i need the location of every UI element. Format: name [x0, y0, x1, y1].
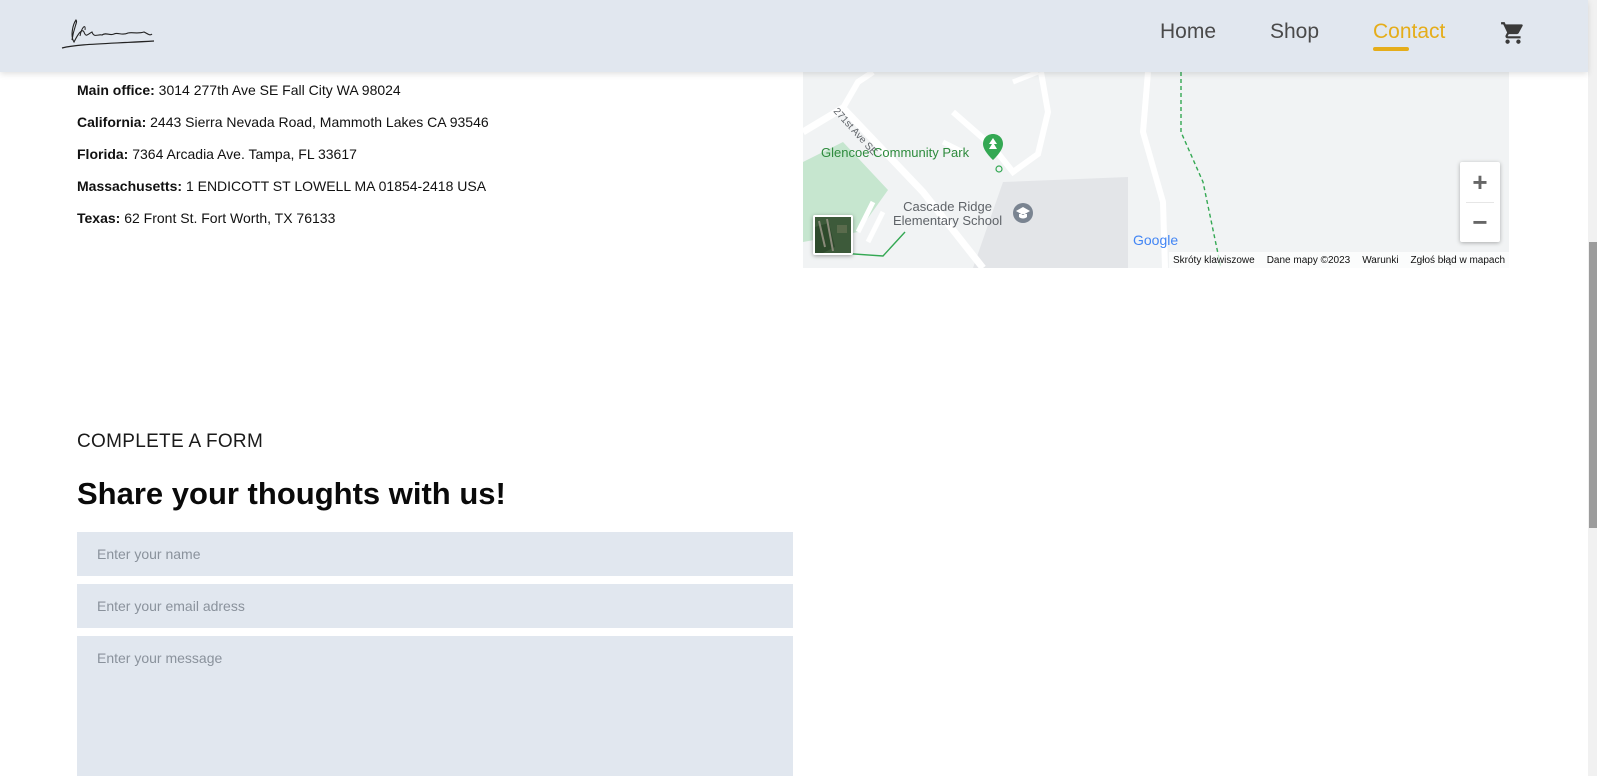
map-zoom-control: + −: [1460, 162, 1500, 242]
signature-logo[interactable]: [58, 14, 158, 56]
google-logo: Google: [1133, 232, 1178, 248]
school-label-line2: Elementary School: [893, 213, 1003, 228]
google-logo-text: Google: [1133, 232, 1179, 248]
scrollbar-thumb[interactable]: [1589, 242, 1597, 528]
park-label: Glencoe Community Park: [821, 145, 970, 160]
school-pin-icon: [1013, 203, 1033, 223]
address-florida: Florida: 7364 Arcadia Ave. Tampa, FL 336…: [77, 144, 489, 176]
address-massachusetts: Massachusetts: 1 ENDICOTT ST LOWELL MA 0…: [77, 176, 489, 208]
address-label: Florida:: [77, 146, 129, 162]
address-label: Massachusetts:: [77, 178, 183, 194]
contact-page: Home Shop Contact Main office: 3014 277t…: [0, 0, 1597, 776]
address-text: 1 ENDICOTT ST LOWELL MA 01854-2418 USA: [185, 178, 487, 194]
office-addresses: Main office: 3014 277th Ave SE Fall City…: [77, 80, 489, 240]
zoom-in-button[interactable]: +: [1460, 162, 1500, 202]
map-data-text: Dane mapy ©2023: [1266, 254, 1351, 266]
nav-shop[interactable]: Shop: [1270, 20, 1319, 44]
terms-link[interactable]: Warunki: [1362, 255, 1398, 266]
name-input[interactable]: [77, 532, 793, 576]
active-nav-indicator: [1373, 47, 1409, 51]
satellite-thumbnail-icon: [815, 217, 851, 253]
map-attribution: Skróty klawiszowe Dane mapy ©2023 Warunk…: [1169, 252, 1509, 268]
form-title: Share your thoughts with us!: [77, 476, 506, 511]
address-text: 7364 Arcadia Ave. Tampa, FL 33617: [132, 146, 357, 162]
site-header: Home Shop Contact: [0, 0, 1588, 72]
message-textarea[interactable]: [77, 636, 793, 776]
school-label: Cascade Ridge Elementary School: [893, 200, 1002, 228]
zoom-out-button[interactable]: −: [1460, 202, 1500, 242]
address-label: California:: [77, 114, 147, 130]
address-main-office: Main office: 3014 277th Ave SE Fall City…: [77, 80, 489, 112]
address-text: 62 Front St. Fort Worth, TX 76133: [124, 210, 336, 226]
school-label-line1: Cascade Ridge: [903, 199, 992, 214]
report-error-link[interactable]: Zgłoś błąd w mapach: [1411, 255, 1506, 266]
address-label: Texas:: [77, 210, 121, 226]
form-eyebrow: COMPLETE A FORM: [77, 431, 264, 452]
nav-home[interactable]: Home: [1160, 20, 1216, 44]
shopping-cart-icon[interactable]: [1500, 20, 1526, 46]
address-text: 3014 277th Ave SE Fall City WA 98024: [158, 82, 401, 98]
email-input[interactable]: [77, 584, 793, 628]
address-california: California: 2443 Sierra Nevada Road, Mam…: [77, 112, 489, 144]
page-scrollbar[interactable]: [1588, 0, 1597, 776]
address-label: Main office:: [77, 82, 155, 98]
address-texas: Texas: 62 Front St. Fort Worth, TX 76133: [77, 208, 489, 240]
keyboard-shortcuts-link[interactable]: Skróty klawiszowe: [1173, 255, 1255, 266]
satellite-toggle[interactable]: [813, 215, 853, 255]
address-text: 2443 Sierra Nevada Road, Mammoth Lakes C…: [150, 114, 489, 130]
google-map[interactable]: 271st Ave SE Glencoe Community Park Casc…: [803, 72, 1509, 268]
nav-contact[interactable]: Contact: [1373, 20, 1445, 44]
